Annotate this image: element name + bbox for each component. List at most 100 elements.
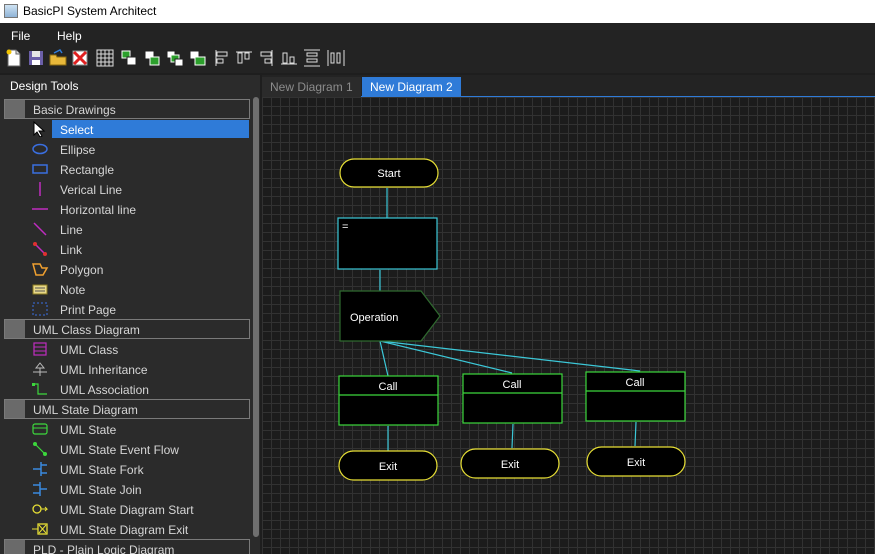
category-label: UML Class Diagram (33, 323, 140, 337)
tool-label: Print Page (60, 303, 117, 317)
align-top-icon[interactable] (234, 48, 253, 67)
diagram-canvas[interactable]: Start = Operation Call Call Call Exit Ex… (262, 97, 875, 554)
start-label: Start (377, 168, 400, 180)
state-join-icon (30, 481, 50, 497)
operation-node[interactable]: Operation (339, 290, 441, 342)
uml-class-icon (30, 341, 50, 357)
start-node[interactable]: Start (339, 158, 439, 188)
category-marker (5, 100, 25, 118)
link-icon (30, 241, 50, 257)
tool-polygon[interactable]: Polygon (0, 259, 252, 279)
category-uml-state-diagram[interactable]: UML State Diagram (4, 399, 250, 419)
call-node-1[interactable]: Call (338, 375, 439, 426)
tool-label: Line (60, 223, 83, 237)
call-label: Call (379, 381, 398, 393)
tool-rectangle[interactable]: Rectangle (0, 159, 252, 179)
horizontal-line-icon (30, 201, 50, 217)
uml-state-icon (30, 421, 50, 437)
bring-front-icon[interactable] (165, 48, 184, 67)
category-uml-class-diagram[interactable]: UML Class Diagram (4, 319, 250, 339)
tab-new-diagram-1[interactable]: New Diagram 1 (262, 77, 361, 97)
category-marker (5, 320, 25, 338)
tool-vertical-line[interactable]: Verical Line (0, 179, 252, 199)
tool-uml-state-event-flow[interactable]: UML State Event Flow (0, 439, 252, 459)
design-tools-panel: Design Tools Basic Drawings Select Ellip… (0, 75, 260, 554)
category-basic-drawings[interactable]: Basic Drawings (4, 99, 250, 119)
exit-node-3[interactable]: Exit (586, 446, 686, 477)
open-folder-icon[interactable] (48, 48, 67, 67)
state-fork-icon (30, 461, 50, 477)
exit-node-1[interactable]: Exit (338, 450, 438, 481)
align-bottom-icon[interactable] (279, 48, 298, 67)
tool-note[interactable]: Note (0, 279, 252, 299)
tool-line[interactable]: Line (0, 219, 252, 239)
category-label: UML State Diagram (33, 403, 138, 417)
tool-uml-state-fork[interactable]: UML State Fork (0, 459, 252, 479)
tool-label: Horizontal line (60, 203, 137, 217)
tool-label: Link (60, 243, 83, 257)
window-title: BasicPI System Architect (23, 4, 157, 18)
delete-icon[interactable] (70, 48, 89, 67)
tool-print-page[interactable]: Print Page (0, 299, 252, 319)
tool-ellipse[interactable]: Ellipse (0, 139, 252, 159)
title-bar: BasicPI System Architect (0, 0, 875, 23)
align-left-icon[interactable] (212, 48, 231, 67)
scrollbar-thumb[interactable] (253, 97, 259, 537)
uml-inheritance-icon (30, 361, 50, 377)
call-node-2[interactable]: Call (462, 373, 563, 424)
tool-label: UML State Diagram Exit (60, 523, 189, 537)
call-node-3[interactable]: Call (585, 371, 686, 422)
menu-file[interactable]: File (11, 29, 30, 43)
exit-label: Exit (501, 459, 519, 471)
exit-node-2[interactable]: Exit (460, 448, 560, 479)
tool-uml-state-diagram-start[interactable]: UML State Diagram Start (0, 499, 252, 519)
polygon-icon (30, 261, 50, 277)
connector-call-3-exit-3 (634, 421, 637, 447)
line-icon (30, 221, 50, 237)
call-label: Call (626, 377, 645, 389)
category-pld[interactable]: PLD - Plain Logic Diagram (4, 539, 250, 554)
connector-call-2-exit-2 (511, 423, 514, 449)
connector-operation-call-3 (379, 340, 641, 372)
send-back-icon[interactable] (188, 48, 207, 67)
tool-uml-class[interactable]: UML Class (0, 339, 252, 359)
tool-horizontal-line[interactable]: Horizontal line (0, 199, 252, 219)
diagram-tabs: New Diagram 1 New Diagram 2 (262, 75, 875, 97)
tool-label: UML State Fork (60, 463, 144, 477)
panel-title: Design Tools (10, 79, 79, 93)
assignment-label: = (342, 221, 348, 233)
rectangle-icon (30, 161, 50, 177)
save-icon[interactable] (26, 48, 45, 67)
group-icon[interactable] (119, 48, 138, 67)
diagram-svg: Start = Operation Call Call Call Exit Ex… (337, 158, 686, 481)
assignment-node[interactable]: = (337, 217, 438, 270)
tool-label: UML State Event Flow (60, 443, 179, 457)
uml-association-icon (30, 381, 50, 397)
align-right-icon[interactable] (256, 48, 275, 67)
print-page-icon (30, 301, 50, 317)
tool-uml-state-join[interactable]: UML State Join (0, 479, 252, 499)
distribute-vertical-icon[interactable] (302, 48, 321, 67)
distribute-horizontal-icon[interactable] (326, 48, 345, 67)
note-icon (30, 281, 50, 297)
ungroup-icon[interactable] (142, 48, 161, 67)
tool-uml-inheritance[interactable]: UML Inheritance (0, 359, 252, 379)
category-marker (5, 400, 25, 418)
menu-help[interactable]: Help (57, 29, 82, 43)
tool-select[interactable]: Select (0, 119, 252, 139)
panel-scrollbar[interactable] (252, 97, 260, 554)
tool-uml-state-diagram-exit[interactable]: UML State Diagram Exit (0, 519, 252, 539)
state-start-icon (30, 501, 50, 517)
grid-icon[interactable] (95, 48, 114, 67)
connector-operation-call-2 (379, 340, 513, 374)
ellipse-icon (30, 141, 50, 157)
tool-label: UML State Diagram Start (60, 503, 194, 517)
tool-label: Rectangle (60, 163, 115, 177)
tool-uml-state[interactable]: UML State (0, 419, 252, 439)
tool-uml-association[interactable]: UML Association (0, 379, 252, 399)
category-marker (5, 540, 25, 554)
tool-link[interactable]: Link (0, 239, 252, 259)
tab-new-diagram-2[interactable]: New Diagram 2 (362, 77, 461, 97)
tool-label: Ellipse (60, 143, 96, 157)
new-file-icon[interactable] (4, 48, 23, 67)
